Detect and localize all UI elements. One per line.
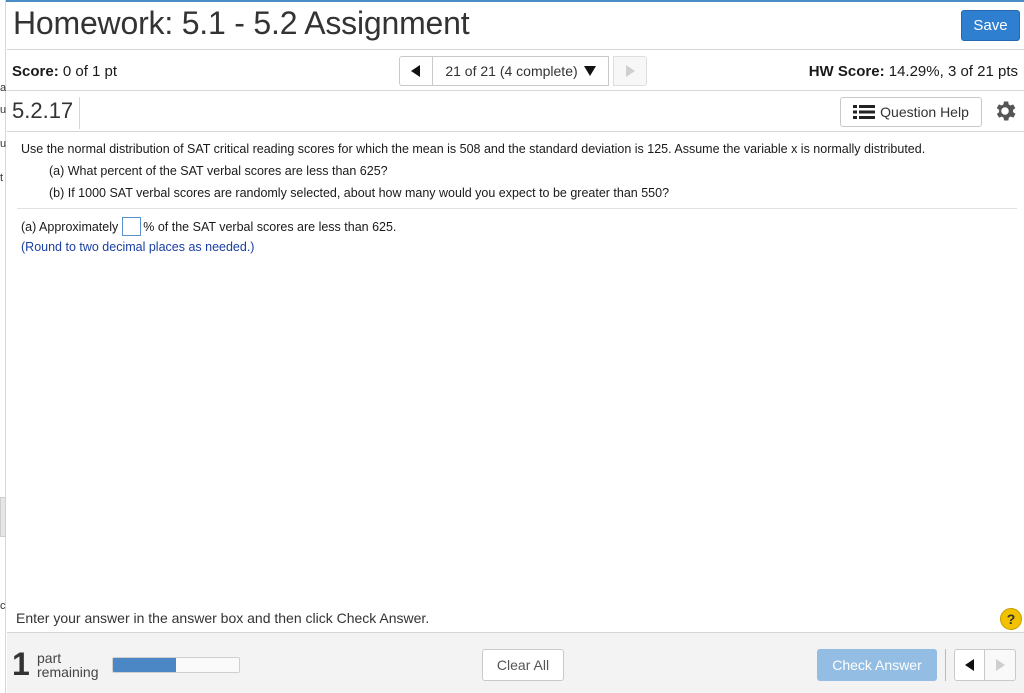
hw-score-value: 14.29%, 3 of 21 pts (888, 63, 1018, 80)
previous-question-button[interactable] (399, 56, 433, 86)
footer-question-navigator (945, 649, 1016, 681)
list-icon (853, 105, 876, 119)
question-part-a: (a) What percent of the SAT verbal score… (49, 164, 388, 178)
help-badge-button[interactable]: ? (1000, 608, 1022, 630)
left-edge-fragment: t (0, 172, 4, 184)
score-display: Score: 0 of 1 pt (12, 63, 117, 80)
left-edge-fragment: c (0, 600, 6, 612)
triangle-left-icon (964, 659, 974, 671)
question-number: 5.2.17 (12, 97, 81, 129)
score-value: 0 of 1 pt (62, 63, 118, 80)
answer-row: (a) Approximately % of the SAT verbal sc… (21, 217, 396, 236)
gear-icon[interactable] (992, 98, 1018, 124)
question-stem: Use the normal distribution of SAT criti… (21, 142, 926, 156)
divider (7, 90, 1024, 91)
question-navigator: 21 of 21 (4 complete) (399, 56, 647, 86)
triangle-down-icon (583, 66, 596, 76)
question-part-b: (b) If 1000 SAT verbal scores are random… (49, 186, 670, 200)
divider (7, 131, 1024, 132)
left-edge-scroll-handle[interactable] (0, 497, 6, 537)
hw-score-label: HW Score: (808, 63, 885, 80)
question-position-text: 21 of 21 (4 complete) (445, 63, 578, 79)
left-edge-panel: a u u t c (0, 0, 6, 693)
question-help-button[interactable]: Question Help (840, 97, 982, 127)
page-title: Homework: 5.1 - 5.2 Assignment (13, 5, 470, 41)
left-edge-fragment: u (0, 104, 7, 116)
triangle-left-icon (411, 65, 420, 77)
parts-remaining-line1: part (37, 650, 62, 666)
question-text: Use the normal distribution of SAT criti… (21, 142, 925, 200)
triangle-right-icon (995, 659, 1005, 671)
clear-all-button[interactable]: Clear All (482, 649, 564, 681)
divider (7, 49, 1024, 50)
answer-section: (a) Approximately % of the SAT verbal sc… (21, 217, 396, 254)
next-question-button[interactable] (613, 56, 647, 86)
progress-bar-fill (113, 658, 176, 672)
progress-bar (112, 657, 240, 673)
score-label: Score: (12, 63, 59, 80)
parts-remaining-line2: remaining (37, 664, 99, 680)
footer-next-button[interactable] (985, 649, 1016, 681)
save-button[interactable]: Save (961, 10, 1020, 41)
question-select-dropdown[interactable]: 21 of 21 (4 complete) (433, 56, 609, 86)
left-edge-fragment: u (0, 138, 7, 150)
answer-prefix: (a) Approximately (21, 219, 119, 234)
divider (17, 208, 1017, 209)
footer-previous-button[interactable] (954, 649, 985, 681)
instructions-text: Enter your answer in the answer box and … (16, 610, 430, 626)
left-edge-fragment: a (0, 82, 7, 94)
footer-bar: 1 part remaining Clear All Check Answer (7, 632, 1024, 693)
homework-main-panel: Homework: 5.1 - 5.2 Assignment Save Scor… (7, 2, 1024, 693)
parts-remaining-count: 1 (12, 646, 30, 682)
parts-remaining-label: part remaining (37, 651, 98, 679)
answer-input-box[interactable] (122, 217, 142, 236)
answer-suffix: % of the SAT verbal scores are less than… (143, 219, 397, 234)
check-answer-button[interactable]: Check Answer (817, 649, 937, 681)
hw-score-display: HW Score: 14.29%, 3 of 21 pts (809, 63, 1018, 80)
question-help-label: Question Help (880, 104, 969, 120)
rounding-hint: (Round to two decimal places as needed.) (21, 240, 255, 254)
triangle-right-icon (625, 65, 635, 77)
